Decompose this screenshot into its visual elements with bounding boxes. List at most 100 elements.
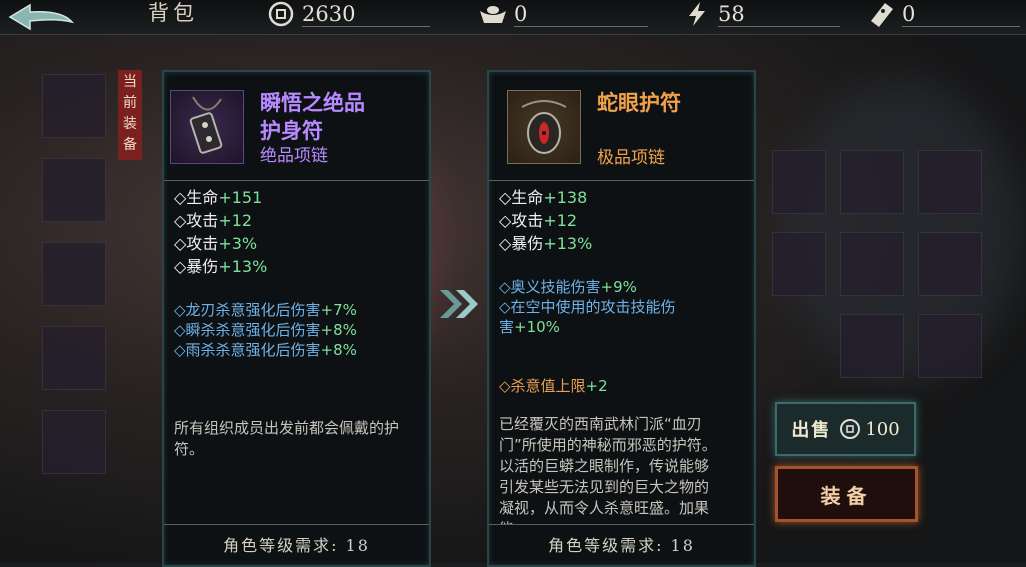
stat-label: ◇攻击 — [174, 234, 219, 253]
item-name-line1: 瞬悟之绝品 — [260, 90, 365, 115]
skill-row: ◇奥义技能伤害+9% — [499, 277, 676, 297]
sell-price: 100 — [865, 418, 900, 440]
stat-row: ◇攻击+12 — [174, 209, 267, 232]
inventory-slot[interactable] — [772, 150, 826, 214]
item-skill-bonuses: ◇奥义技能伤害+9% ◇在空中使用的攻击技能伤 害+10% — [499, 277, 676, 337]
skill-row: ◇瞬杀杀意强化后伤害+8% — [174, 320, 357, 340]
equip-button[interactable]: 装备 — [775, 466, 918, 522]
divider — [718, 26, 840, 27]
inventory-slot[interactable] — [42, 326, 106, 390]
inventory-slot[interactable] — [42, 158, 106, 222]
skill-value: +8% — [320, 341, 357, 359]
stat-value: +151 — [218, 188, 263, 207]
divider — [514, 26, 648, 27]
stat-value: +3% — [218, 234, 258, 253]
currency-stamina: 58 — [682, 0, 840, 28]
currency-coins: 2630 — [266, 0, 430, 28]
current-equipped-tag: 当前装备 — [118, 70, 142, 160]
item-description: 所有组织成员出发前都会佩戴的护符。 — [174, 419, 400, 458]
stat-label: ◇生命 — [499, 188, 544, 207]
inventory-slot[interactable] — [42, 242, 106, 306]
skill-row: ◇在空中使用的攻击技能伤 — [499, 297, 676, 317]
skill-value: +9% — [600, 278, 637, 296]
stat-row: ◇攻击+12 — [499, 209, 592, 232]
inventory-slot[interactable] — [918, 232, 982, 296]
inventory-slot[interactable] — [840, 314, 904, 378]
skill-label: ◇雨杀杀意强化后伤害 — [174, 341, 321, 359]
stat-label: ◇生命 — [174, 188, 219, 207]
amulet-icon — [170, 90, 244, 164]
inventory-slot[interactable] — [840, 150, 904, 214]
top-bar: 背包 2630 0 58 0 — [0, 0, 1026, 35]
equipped-item-card: 瞬悟之绝品 护身符 绝品项链 ◇生命+151 ◇攻击+12 ◇攻击+3% ◇暴伤… — [162, 70, 431, 567]
skill-value: +7% — [320, 301, 357, 319]
stat-value: +138 — [543, 188, 588, 207]
inventory-slot[interactable] — [772, 232, 826, 296]
item-stats: ◇生命+138 ◇攻击+12 ◇暴伤+13% — [499, 186, 592, 255]
skill-label: 害 — [499, 318, 515, 336]
page-title: 背包 — [148, 1, 198, 25]
snake-eye-amulet-icon — [507, 90, 581, 164]
coin-icon — [840, 419, 861, 439]
stat-label: ◇攻击 — [499, 211, 544, 230]
skill-row: ◇龙刃杀意强化后伤害+7% — [174, 300, 357, 320]
stat-value: +13% — [543, 234, 593, 253]
item-type: 绝品项链 — [260, 146, 328, 166]
skill-label: ◇瞬杀杀意强化后伤害 — [174, 321, 321, 339]
divider — [902, 26, 1020, 27]
stat-row: ◇暴伤+13% — [174, 255, 267, 278]
selected-item-card: 蛇眼护符 极品项链 ◇生命+138 ◇攻击+12 ◇暴伤+13% ◇奥义技能伤害… — [487, 70, 756, 567]
silver-value: 0 — [514, 2, 528, 26]
item-stats: ◇生命+151 ◇攻击+12 ◇攻击+3% ◇暴伤+13% — [174, 186, 267, 278]
compare-arrow-icon — [440, 290, 478, 318]
stat-row: ◇攻击+3% — [174, 232, 267, 255]
divider — [302, 26, 430, 27]
skill-value: +8% — [320, 321, 357, 339]
sell-label: 出售 — [791, 420, 832, 441]
sell-button[interactable]: 出售 100 — [775, 402, 916, 456]
bonus-value: +2 — [585, 377, 608, 395]
ticket-icon — [866, 1, 896, 27]
currency-silver: 0 — [478, 0, 648, 28]
lightning-icon — [682, 1, 712, 27]
item-skill-bonuses: ◇龙刃杀意强化后伤害+7% ◇瞬杀杀意强化后伤害+8% ◇雨杀杀意强化后伤害+8… — [174, 300, 357, 360]
stat-value: +13% — [218, 257, 268, 276]
skill-value: +10% — [514, 318, 560, 336]
stat-value: +12 — [543, 211, 578, 230]
stat-row: ◇生命+151 — [174, 186, 267, 209]
silver-ingot-icon — [478, 1, 508, 27]
equip-label: 装备 — [820, 483, 873, 508]
stat-label: ◇暴伤 — [499, 234, 544, 253]
inventory-slot[interactable] — [42, 410, 106, 474]
item-header: 瞬悟之绝品 护身符 绝品项链 — [164, 72, 429, 181]
item-header: 蛇眼护符 极品项链 — [489, 72, 754, 181]
level-requirement: 角色等级需求: 18 — [489, 524, 754, 565]
level-requirement: 角色等级需求: 18 — [164, 524, 429, 565]
ticket-value: 0 — [902, 2, 916, 26]
inventory-slot[interactable] — [840, 232, 904, 296]
skill-label: ◇龙刃杀意强化后伤害 — [174, 301, 321, 319]
item-name: 蛇眼护符 — [597, 90, 681, 115]
stamina-value: 58 — [718, 2, 745, 26]
back-arrow-icon[interactable] — [6, 2, 76, 32]
item-name-line2: 护身符 — [260, 118, 323, 143]
stat-value: +12 — [218, 211, 253, 230]
inventory-slot[interactable] — [918, 150, 982, 214]
currency-ticket: 0 — [866, 0, 1020, 28]
stat-label: ◇攻击 — [174, 211, 219, 230]
inventory-slot[interactable] — [918, 314, 982, 378]
item-type: 极品项链 — [597, 148, 665, 168]
item-bonus: ◇杀意值上限+2 — [499, 376, 608, 396]
coin-icon — [266, 1, 296, 27]
skill-row: ◇雨杀杀意强化后伤害+8% — [174, 340, 357, 360]
bonus-label: ◇杀意值上限 — [499, 377, 586, 395]
item-description: 已经覆灭的西南武林门派“血刃门”所使用的神秘而邪恶的护符。以活的巨蟒之眼制作，传… — [499, 415, 717, 524]
skill-label: ◇奥义技能伤害 — [499, 278, 601, 296]
stat-row: ◇暴伤+13% — [499, 232, 592, 255]
inventory-slot[interactable] — [42, 74, 106, 138]
stat-row: ◇生命+138 — [499, 186, 592, 209]
coins-value: 2630 — [302, 2, 356, 26]
stat-label: ◇暴伤 — [174, 257, 219, 276]
skill-row: 害+10% — [499, 317, 676, 337]
skill-label: ◇在空中使用的攻击技能伤 — [499, 298, 676, 316]
